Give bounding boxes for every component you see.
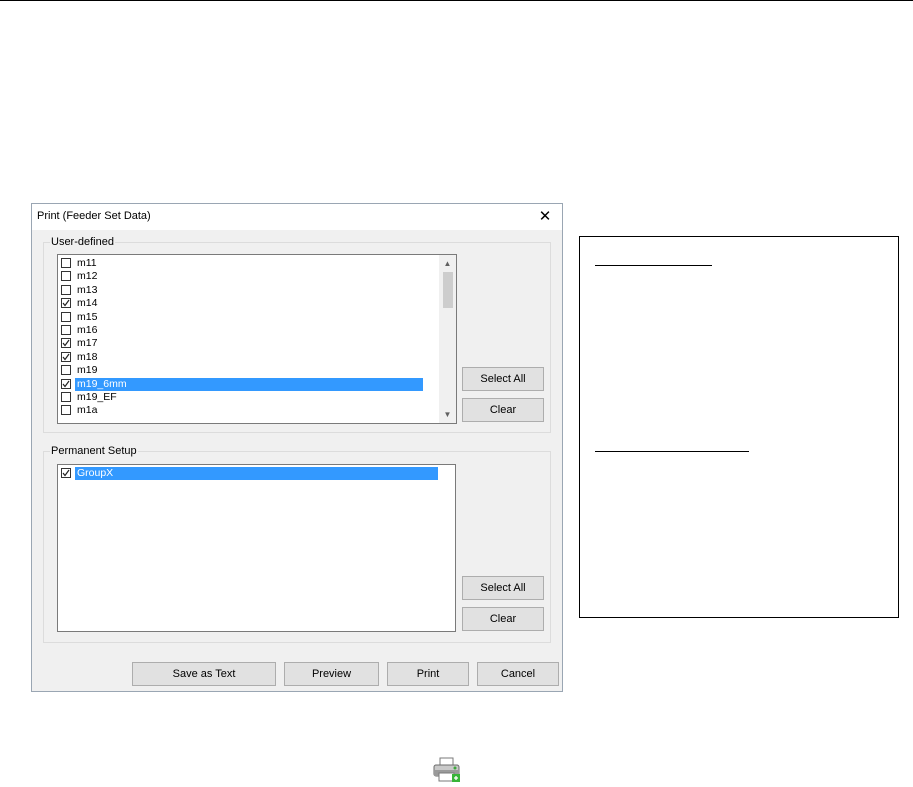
checkbox[interactable] (61, 311, 71, 322)
list-item-label: m13 (77, 283, 98, 296)
cancel-button[interactable]: Cancel (477, 662, 559, 686)
checkmark-icon (62, 469, 70, 477)
chevron-down-icon[interactable]: ▼ (439, 406, 456, 423)
list-item[interactable]: m1a (60, 404, 423, 417)
permanent-setup-label: Permanent Setup (50, 445, 138, 457)
permanent-setup-clear-button[interactable]: Clear (462, 607, 544, 631)
list-item[interactable]: m19_6mm (60, 377, 423, 391)
checkbox[interactable] (61, 271, 71, 282)
chevron-up-icon[interactable]: ▲ (439, 255, 456, 272)
print-dialog: Print (Feeder Set Data) ✕ User-defined ▲… (31, 203, 563, 692)
list-item[interactable]: m14 (60, 297, 423, 310)
list-item[interactable]: m19_EF (60, 391, 423, 404)
page-top-rule (0, 0, 913, 1)
list-item-label: m11 (77, 257, 97, 269)
list-item-label: m19_6mm (75, 377, 423, 391)
list-item[interactable]: m19 (60, 364, 423, 377)
checkbox[interactable] (61, 351, 71, 362)
permanent-setup-list[interactable]: GroupX (57, 464, 456, 632)
list-item-label: m18 (77, 350, 98, 363)
user-defined-select-all-button[interactable]: Select All (462, 367, 544, 391)
dialog-footer: Save as Text Preview Print Cancel (32, 657, 562, 691)
annotation-underline-1 (595, 265, 712, 266)
list-item[interactable]: GroupX (60, 467, 438, 480)
user-defined-list[interactable]: ▲ ▼ m11 m12 m13 m14 m15 m16 m17 m18 m19 m19_6mm m1… (57, 254, 457, 424)
checkbox[interactable] (61, 392, 71, 402)
annotation-underline-2 (595, 451, 749, 452)
list-item-label: m19_EF (77, 391, 117, 403)
checkbox[interactable] (61, 298, 71, 309)
list-item-label: m16 (77, 324, 98, 336)
scrollbar-thumb[interactable] (443, 272, 453, 308)
dialog-title: Print (Feeder Set Data) (37, 210, 151, 222)
list-item-label: m12 (77, 270, 98, 283)
list-item-label: m17 (77, 337, 98, 350)
list-item[interactable]: m12 (60, 270, 423, 283)
checkmark-icon (62, 340, 70, 347)
list-item[interactable]: m17 (60, 337, 423, 350)
checkbox[interactable] (61, 325, 71, 335)
list-item-label: m1a (77, 404, 98, 417)
list-item[interactable]: m16 (60, 324, 423, 337)
checkmark-icon (62, 380, 70, 388)
checkbox[interactable] (61, 284, 71, 295)
checkmark-icon (62, 353, 70, 361)
list-item-label: m19 (77, 364, 98, 377)
permanent-setup-select-all-button[interactable]: Select All (462, 576, 544, 600)
list-item-label: GroupX (75, 467, 438, 480)
checkbox[interactable] (61, 365, 71, 376)
user-defined-clear-button[interactable]: Clear (462, 398, 544, 422)
save-as-text-button[interactable]: Save as Text (132, 662, 276, 686)
checkbox[interactable] (61, 468, 71, 478)
checkbox[interactable] (61, 378, 71, 389)
list-item[interactable]: m13 (60, 284, 423, 297)
print-button[interactable]: Print (387, 662, 469, 686)
printer-icon (432, 757, 462, 783)
list-item[interactable]: m15 (60, 311, 423, 324)
list-item-label: m14 (77, 297, 98, 310)
list-item[interactable]: m11 (60, 257, 423, 270)
preview-button[interactable]: Preview (284, 662, 379, 686)
checkbox[interactable] (61, 338, 71, 349)
checkbox[interactable] (61, 258, 71, 268)
checkmark-icon (62, 299, 70, 307)
dialog-titlebar: Print (Feeder Set Data) ✕ (32, 204, 562, 230)
checkbox[interactable] (61, 405, 71, 416)
close-icon[interactable]: ✕ (528, 204, 562, 230)
user-defined-label: User-defined (50, 236, 115, 248)
list-scrollbar[interactable]: ▲ ▼ (439, 255, 456, 423)
list-item[interactable]: m18 (60, 351, 423, 364)
annotation-box (579, 236, 899, 618)
list-item-label: m15 (77, 310, 98, 323)
